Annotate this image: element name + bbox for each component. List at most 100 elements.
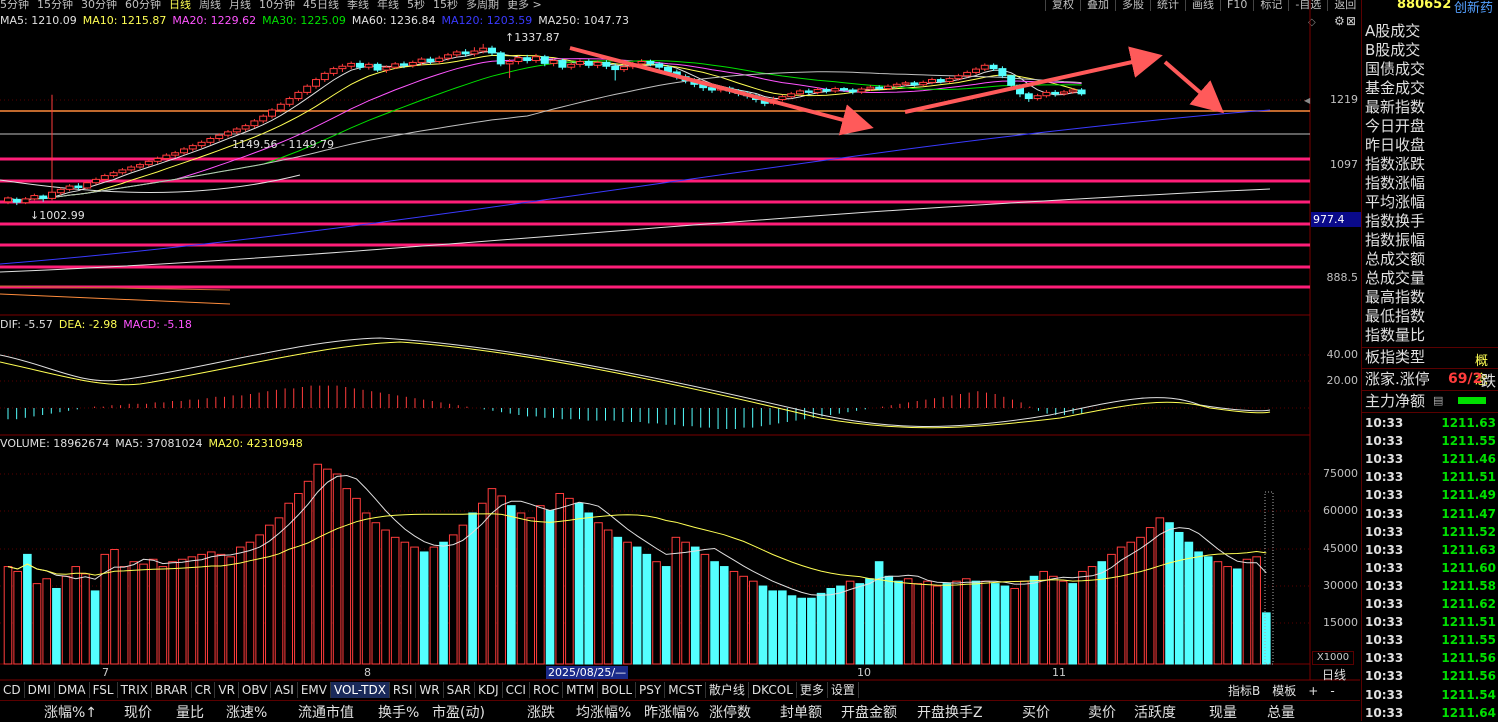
indicator-tab-wr[interactable]: WR	[416, 682, 444, 698]
volume-bar	[894, 580, 903, 665]
volume-bar	[1020, 580, 1029, 665]
column-12[interactable]: 开盘金额	[841, 702, 897, 722]
indicator-tab-散户线[interactable]: 散户线	[706, 682, 749, 698]
candle-body	[972, 68, 980, 73]
column-3[interactable]: 涨速%	[226, 702, 267, 722]
volume-bar	[1174, 531, 1184, 665]
drawn-levels	[0, 110, 1310, 305]
indicator-tab-设置[interactable]: 设置	[828, 682, 859, 698]
indicator-tab-dkcol[interactable]: DKCOL	[749, 682, 797, 698]
indicator-tab-cci[interactable]: CCI	[503, 682, 530, 698]
column-14[interactable]: 买价	[1022, 702, 1050, 722]
indicator-tab-brar[interactable]: BRAR	[152, 682, 192, 698]
indicator-tab-obv[interactable]: OBV	[239, 682, 272, 698]
column-9[interactable]: 昨涨幅%	[644, 702, 699, 722]
indicator-tab-cr[interactable]: CR	[192, 682, 216, 698]
column-17[interactable]: 现量	[1209, 702, 1237, 722]
candle-body	[954, 75, 963, 80]
kline-chart[interactable]	[0, 0, 1360, 700]
column-7[interactable]: 涨跌	[527, 702, 555, 722]
indicator-tab-更多[interactable]: 更多	[797, 682, 828, 698]
indicator-tab-mtm[interactable]: MTM	[563, 682, 599, 698]
indicator-tab-dma[interactable]: DMA	[55, 682, 90, 698]
column-16[interactable]: 活跃度	[1134, 702, 1176, 722]
board-type-label: 板指类型	[1365, 348, 1426, 366]
candle-body	[919, 81, 928, 86]
candle-body	[83, 182, 92, 189]
legend-item: MA60: 1236.84	[351, 14, 436, 27]
candle-body	[804, 90, 813, 93]
volume-bar	[758, 585, 768, 665]
column-8[interactable]: 均涨幅%	[576, 702, 631, 722]
price-axis-current: 977.4	[1311, 212, 1361, 227]
volume-bar	[497, 495, 506, 665]
candle-body	[435, 57, 444, 62]
indicator-tab-emv[interactable]: EMV	[298, 682, 331, 698]
indicator-tab-vol-tdx[interactable]: VOL-TDX	[330, 682, 390, 698]
indicator-tab-fsl[interactable]: FSL	[90, 682, 118, 698]
candle-body	[989, 64, 998, 70]
indicator-tab-rsi[interactable]: RSI	[390, 682, 417, 698]
tick-time: 10:33	[1365, 615, 1404, 630]
side-item: B股成交	[1365, 41, 1421, 59]
indicator-tool-0[interactable]: 指标B	[1228, 684, 1260, 698]
volume-bar	[768, 590, 777, 665]
main-net-label: 主力净额	[1365, 392, 1426, 410]
volume-bar	[187, 556, 197, 665]
indicator-tool-2[interactable]: +	[1308, 684, 1318, 698]
volume-bar	[206, 551, 216, 665]
indicator-tab-roc[interactable]: ROC	[530, 682, 564, 698]
candle-body	[197, 141, 206, 147]
indicator-tab-boll[interactable]: BOLL	[598, 682, 637, 698]
candle-body	[496, 52, 505, 65]
tick-row: 10:33 1211.55	[1362, 631, 1498, 649]
column-1[interactable]: 现价	[124, 702, 152, 722]
tick-price: 1211.64	[1441, 705, 1496, 720]
candle-body	[136, 164, 144, 168]
candle-body	[884, 85, 892, 90]
indicator-tab-sar[interactable]: SAR	[444, 682, 476, 698]
indicator-tab-vr[interactable]: VR	[215, 682, 239, 698]
volume-bar	[390, 536, 400, 665]
right-panel: 880652 创新药 A股成交 B股成交 国债成交 基金成交 最新指数 今日开盘 昨日收盘指…	[1361, 0, 1498, 721]
volume-bar	[1049, 575, 1058, 665]
candle-body	[4, 197, 12, 203]
list-icon[interactable]: ▤	[1433, 394, 1443, 407]
column-18[interactable]: 总量	[1267, 702, 1295, 722]
column-5[interactable]: 换手%	[378, 702, 419, 722]
column-15[interactable]: 卖价	[1088, 702, 1116, 722]
volume-bar	[1039, 570, 1048, 665]
price-axis-label: 888.5	[1326, 271, 1359, 284]
volume-bar	[1087, 566, 1097, 665]
candle-body	[48, 191, 56, 199]
column-10[interactable]: 涨停数	[709, 702, 751, 722]
indicator-tool-3[interactable]: -	[1330, 684, 1334, 698]
macd-axis-label: 20.00	[1326, 374, 1359, 387]
candle-body	[382, 66, 391, 71]
column-0[interactable]: 涨幅%↑	[44, 702, 97, 722]
tick-row: 10:33 1211.51	[1362, 468, 1498, 486]
indicator-tab-asi[interactable]: ASI	[271, 682, 298, 698]
tick-price: 1211.63	[1441, 542, 1496, 557]
tick-row: 10:33 1211.46	[1362, 450, 1498, 468]
indicator-tab-psy[interactable]: PSY	[636, 682, 666, 698]
column-13[interactable]: 开盘换手Z	[917, 702, 983, 722]
cursor-date: 2025/08/25/—	[546, 666, 629, 679]
indicator-tab-trix[interactable]: TRIX	[118, 682, 153, 698]
column-6[interactable]: 市盈(动)	[432, 702, 485, 722]
volume-bar	[1136, 536, 1145, 665]
indicator-tab-mcst[interactable]: MCST	[665, 682, 706, 698]
column-2[interactable]: 量比	[176, 702, 204, 722]
macd-axis-label: 40.00	[1326, 348, 1359, 361]
indicator-tab-kdj[interactable]: KDJ	[475, 682, 503, 698]
column-11[interactable]: 封单额	[780, 702, 822, 722]
volume-panel	[3, 463, 1271, 665]
indicator-tool-1[interactable]: 模板	[1272, 684, 1296, 698]
indicator-tab-dmi[interactable]: DMI	[25, 682, 55, 698]
volume-axis-label: 45000	[1323, 542, 1358, 555]
column-4[interactable]: 流通市值	[298, 702, 354, 722]
volume-bar	[361, 512, 371, 665]
candle-body	[892, 83, 901, 87]
indicator-tab-cd[interactable]: CD	[0, 682, 25, 698]
volume-bar	[255, 534, 264, 665]
